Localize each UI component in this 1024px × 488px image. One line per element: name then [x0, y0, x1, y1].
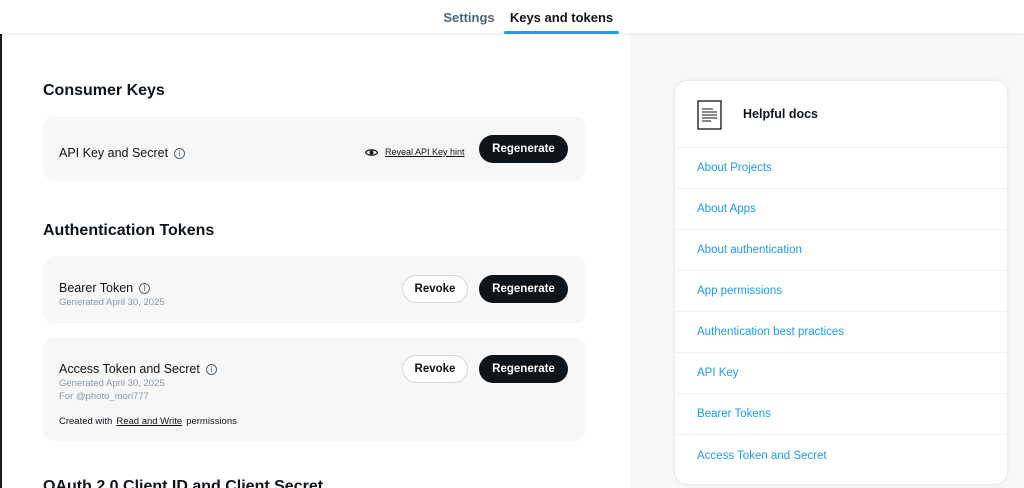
regenerate-bearer-token-button[interactable]: Regenerate [479, 275, 568, 303]
document-icon [697, 100, 722, 130]
access-token-card: Access Token and Secret i Generated Apri… [43, 337, 586, 441]
api-key-card: API Key and Secret i Reveal API Key hint… [43, 116, 586, 181]
helpful-docs-title: Helpful docs [743, 107, 819, 121]
access-token-owner: For @photo_mori777 [59, 391, 149, 402]
info-icon[interactable]: i [139, 282, 151, 294]
doc-link-about-projects[interactable]: About Projects [675, 148, 1007, 189]
doc-link-access-token-and-secret[interactable]: Access Token and Secret [675, 435, 1007, 476]
info-icon[interactable]: i [205, 363, 217, 375]
bearer-token-card: Bearer Token i Generated April 30, 2025 … [43, 256, 586, 324]
regenerate-api-key-button[interactable]: Regenerate [479, 135, 568, 163]
tab-keys-and-tokens[interactable]: Keys and tokens [505, 0, 618, 34]
api-key-label: API Key and Secret [59, 146, 169, 160]
access-token-label-row: Access Token and Secret i [59, 362, 217, 376]
reveal-api-key-hint[interactable]: Reveal API Key hint [365, 147, 465, 157]
doc-link-app-permissions[interactable]: App permissions [675, 271, 1007, 312]
active-tab-indicator [504, 31, 619, 34]
helpful-docs-header: Helpful docs [675, 81, 1007, 148]
api-key-label-row: API Key and Secret i [59, 146, 186, 160]
created-with-text: Created with [59, 416, 113, 427]
tab-settings[interactable]: Settings [438, 0, 500, 34]
info-icon[interactable]: i [174, 147, 186, 159]
bearer-token-label: Bearer Token [59, 281, 134, 295]
revoke-access-token-button[interactable]: Revoke [402, 355, 468, 383]
bearer-token-label-row: Bearer Token i [59, 281, 151, 295]
helpful-docs-card: Helpful docs About Projects About Apps A… [675, 81, 1007, 484]
doc-link-about-apps[interactable]: About Apps [675, 189, 1007, 230]
reveal-api-key-hint-label: Reveal API Key hint [385, 147, 465, 157]
access-token-permissions: Created with Read and Write permissions [59, 416, 237, 427]
tab-bar: Settings Keys and tokens [0, 0, 1024, 34]
revoke-bearer-token-button[interactable]: Revoke [402, 275, 468, 303]
bearer-token-generated-date: Generated April 30, 2025 [59, 297, 165, 308]
access-token-label: Access Token and Secret [59, 362, 200, 376]
consumer-keys-title: Consumer Keys [43, 82, 165, 99]
permissions-text: permissions [186, 416, 237, 427]
doc-link-api-key[interactable]: API Key [675, 353, 1007, 394]
access-token-generated-date: Generated April 30, 2025 [59, 378, 165, 389]
doc-link-about-authentication[interactable]: About authentication [675, 230, 1007, 271]
doc-link-bearer-tokens[interactable]: Bearer Tokens [675, 394, 1007, 435]
authentication-tokens-title: Authentication Tokens [43, 222, 215, 239]
oauth-section-title: OAuth 2.0 Client ID and Client Secret [43, 478, 324, 488]
regenerate-access-token-button[interactable]: Regenerate [479, 355, 568, 383]
doc-link-authentication-best-practices[interactable]: Authentication best practices [675, 312, 1007, 353]
eye-icon [365, 148, 378, 156]
read-and-write-permission-link[interactable]: Read and Write [116, 416, 182, 427]
